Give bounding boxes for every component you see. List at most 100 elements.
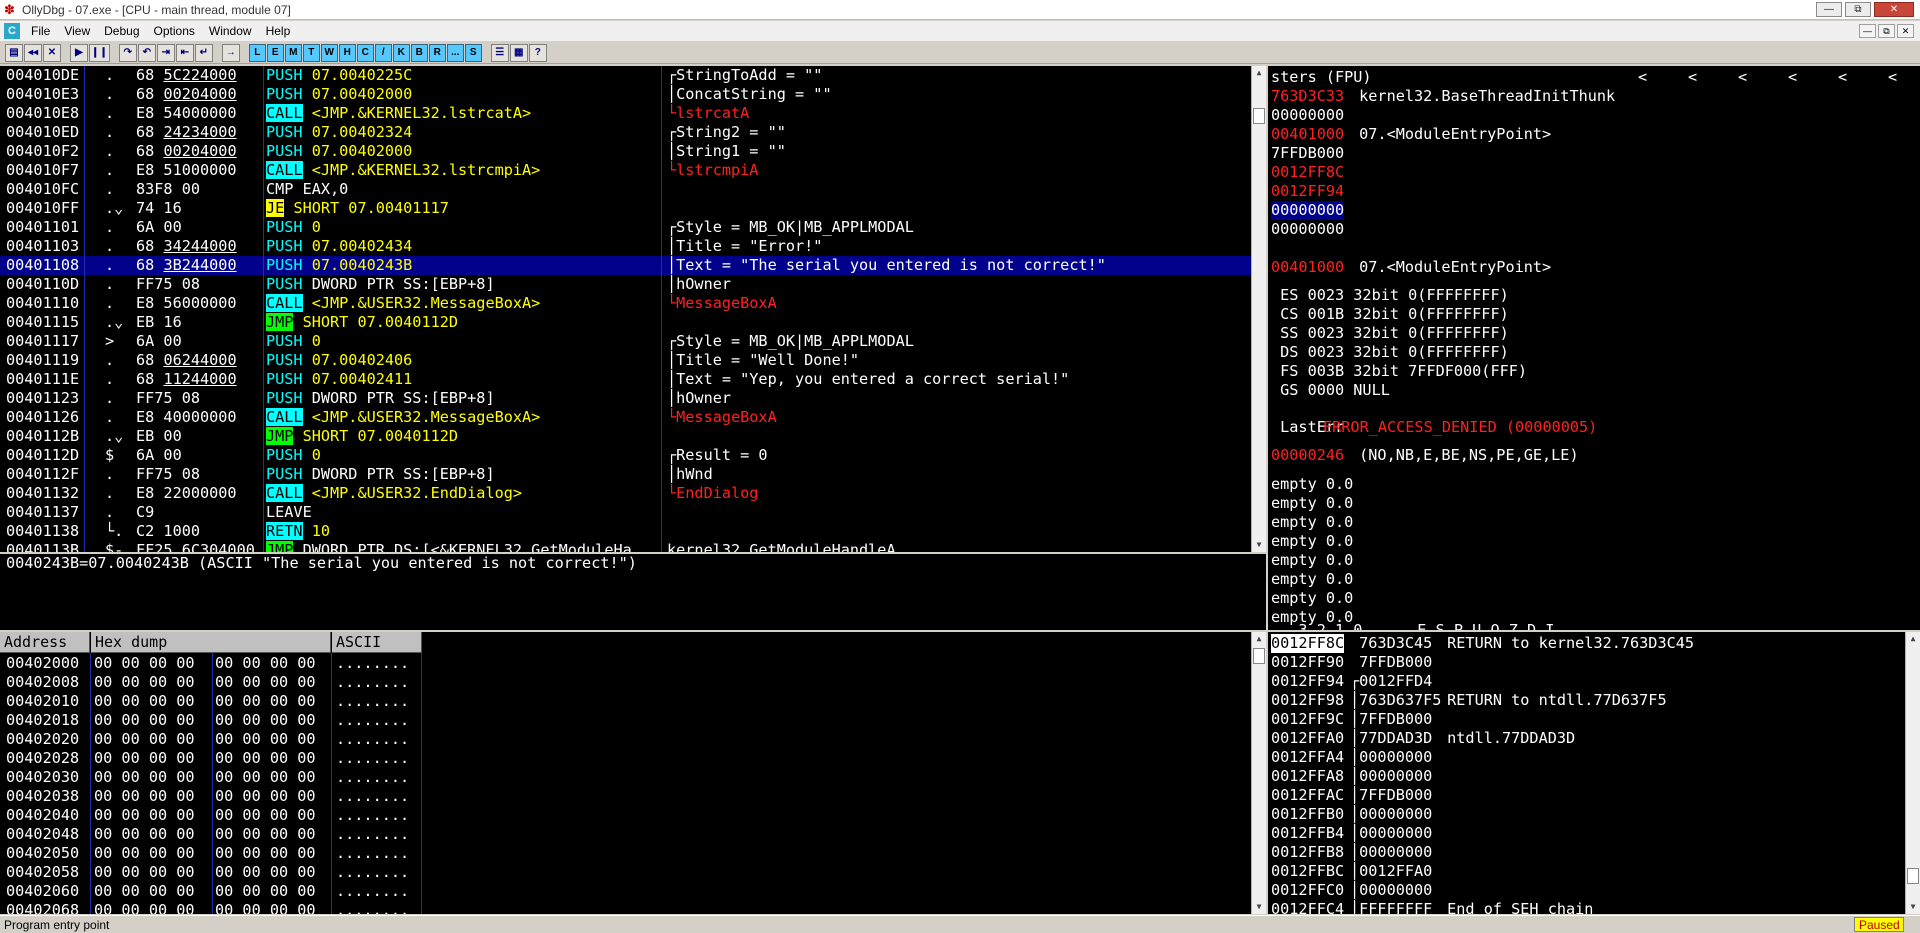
register-scroll-arrow[interactable]: < xyxy=(1788,68,1797,87)
window-button-t[interactable]: T xyxy=(302,43,320,62)
disasm-row[interactable]: 00401117 >6A 00 PUSH 0 ┌Style = MB_OK|MB_AP… xyxy=(0,332,1251,351)
register-scroll-arrow[interactable]: < xyxy=(1688,68,1697,87)
window-button-l[interactable]: L xyxy=(248,43,266,62)
goto-icon[interactable]: → xyxy=(221,43,240,62)
window-button-slash[interactable]: / xyxy=(374,43,392,62)
register-scroll-arrow[interactable]: < xyxy=(1888,68,1897,87)
restart-icon[interactable]: ◂◂ xyxy=(24,43,42,62)
stack-row[interactable]: 0012FFC4 │FFFFFFFF End of SEH chain xyxy=(1268,900,1904,914)
close-window-icon[interactable]: ✕ xyxy=(1874,2,1914,17)
dump-row[interactable]: 00402008 00 00 00 00 00 00 00 00........ xyxy=(0,673,1251,692)
window-button-s[interactable]: S xyxy=(464,43,482,62)
window-button-c[interactable]: C xyxy=(356,43,374,62)
disassembly-scrollbar[interactable]: ▲ ▼ xyxy=(1251,66,1266,552)
fpu-register[interactable]: empty 0.0 xyxy=(1271,589,1353,608)
pause-icon[interactable]: ❙❙ xyxy=(89,43,110,62)
stack-row[interactable]: 0012FF8C 763D3C45 RETURN to kernel32.763… xyxy=(1268,634,1904,653)
window-button-m[interactable]: M xyxy=(284,43,302,62)
register-value[interactable]: 0012FF94 xyxy=(1271,182,1344,201)
disasm-row[interactable]: 00401108. 68 3B244000 PUSH 07.0040243B │Tex… xyxy=(0,256,1251,275)
dump-header-ascii[interactable]: ASCII xyxy=(332,632,422,653)
dump-scrollbar[interactable]: ▲ ▼ xyxy=(1251,632,1266,914)
register-value[interactable]: 7FFDB000 xyxy=(1271,144,1344,163)
stack-row[interactable]: 0012FF94 ┌0012FFD4 xyxy=(1268,672,1904,691)
disasm-row[interactable]: 00401126. E8 40000000 CALL <JMP.&USER32.Me… xyxy=(0,408,1251,427)
disasm-row[interactable]: 0040112B .⌄ EB 00 JMP SHORT 07.0040112D xyxy=(0,427,1251,446)
window-button-k[interactable]: K xyxy=(392,43,410,62)
eflags-value[interactable]: 00000246 xyxy=(1271,446,1344,465)
scroll-down-icon[interactable]: ▼ xyxy=(1252,538,1266,552)
scroll-up-icon[interactable]: ▲ xyxy=(1906,632,1920,646)
menu-debug[interactable]: Debug xyxy=(97,24,146,38)
scroll-thumb[interactable] xyxy=(1253,108,1265,124)
run-icon[interactable]: ▶ xyxy=(70,43,88,62)
disasm-row[interactable]: 004010FF .⌄ 74 16 JE SHORT 07.00401117 xyxy=(0,199,1251,218)
dump-row[interactable]: 00402068 00 00 00 00 00 00 00 00........ xyxy=(0,901,1251,914)
disasm-row[interactable]: 00401123. FF75 08 PUSH DWORD PTR SS:[EBP+8… xyxy=(0,389,1251,408)
stack-row[interactable]: 0012FFC0 │00000000 xyxy=(1268,881,1904,900)
disasm-row[interactable]: 0040112D $6A 00 PUSH 0 ┌Result = 0 xyxy=(0,446,1251,465)
menu-view[interactable]: View xyxy=(57,24,97,38)
disasm-row[interactable]: 004010E3. 68 00204000 PUSH 07.00402000 │Con… xyxy=(0,85,1251,104)
menu-help[interactable]: Help xyxy=(259,24,298,38)
dump-row[interactable]: 00402060 00 00 00 00 00 00 00 00........ xyxy=(0,882,1251,901)
dump-row[interactable]: 00402000 00 00 00 00 00 00 00 00........ xyxy=(0,654,1251,673)
window-button-w[interactable]: W xyxy=(320,43,338,62)
dump-header-hexdump[interactable]: Hex dump xyxy=(91,632,331,653)
dump-row[interactable]: 00402018 00 00 00 00 00 00 00 00........ xyxy=(0,711,1251,730)
window-button-e[interactable]: E xyxy=(266,43,284,62)
dump-row[interactable]: 00402058 00 00 00 00 00 00 00 00........ xyxy=(0,863,1251,882)
scroll-down-icon[interactable]: ▼ xyxy=(1252,900,1266,914)
stack-row[interactable]: 0012FFB0 │00000000 xyxy=(1268,805,1904,824)
step-into-icon[interactable]: ↷ xyxy=(118,43,137,62)
register-value[interactable]: 00000000 xyxy=(1271,106,1344,125)
scroll-down-icon[interactable]: ▼ xyxy=(1906,900,1920,914)
register-value[interactable]: 00000000 xyxy=(1271,201,1345,220)
disassembly-pane[interactable]: 004010DE. 68 5C224000 PUSH 07.0040225C ┌Str… xyxy=(0,66,1266,552)
stack-row[interactable]: 0012FFA4 │00000000 xyxy=(1268,748,1904,767)
stack-row[interactable]: 0012FFB8 │00000000 xyxy=(1268,843,1904,862)
disasm-row[interactable]: 00401110. E8 56000000 CALL <JMP.&USER32.Me… xyxy=(0,294,1251,313)
stack-row[interactable]: 0012FFAC │7FFDB000 xyxy=(1268,786,1904,805)
dump-row[interactable]: 00402038 00 00 00 00 00 00 00 00........ xyxy=(0,787,1251,806)
scroll-thumb[interactable] xyxy=(1253,648,1265,664)
window-button-h[interactable]: H xyxy=(338,43,356,62)
segment-register[interactable]: SS 0023 32bit 0(FFFFFFFF) xyxy=(1271,324,1509,343)
scroll-thumb[interactable] xyxy=(1907,868,1919,884)
dump-row[interactable]: 00402040 00 00 00 00 00 00 00 00........ xyxy=(0,806,1251,825)
fpu-register[interactable]: empty 0.0 xyxy=(1271,513,1353,532)
disasm-row[interactable]: 0040113B $- FF25 6C304000 JMP DWORD PTR DS:… xyxy=(0,541,1251,552)
stack-row[interactable]: 0012FFB4 │00000000 xyxy=(1268,824,1904,843)
disasm-row[interactable]: 00401137. C9 LEAVE xyxy=(0,503,1251,522)
disasm-row[interactable]: 004010F2. 68 00204000 PUSH 07.00402000 │Str… xyxy=(0,142,1251,161)
window-button-dots[interactable]: ... xyxy=(446,43,464,62)
help-icon[interactable]: ? xyxy=(528,43,547,62)
register-value[interactable]: 00401000 xyxy=(1271,125,1344,144)
dump-row[interactable]: 00402030 00 00 00 00 00 00 00 00........ xyxy=(0,768,1251,787)
open-file-icon[interactable]: ▤ xyxy=(5,43,23,62)
scroll-up-icon[interactable]: ▲ xyxy=(1252,66,1266,80)
fpu-register[interactable]: empty 0.0 xyxy=(1271,475,1353,494)
segment-register[interactable]: ES 0023 32bit 0(FFFFFFFF) xyxy=(1271,286,1509,305)
lasterr-value[interactable]: ERROR_ACCESS_DENIED (00000005) xyxy=(1323,418,1597,437)
stack-row[interactable]: 0012FF98 │763D637F5 RETURN to ntdll.77D63… xyxy=(1268,691,1904,710)
fpu-register[interactable]: empty 0.0 xyxy=(1271,570,1353,589)
segment-register[interactable]: FS 003B 32bit 7FFDF000(FFF) xyxy=(1271,362,1527,381)
appearance-icon[interactable]: ▦ xyxy=(509,43,528,62)
register-scroll-arrow[interactable]: < xyxy=(1738,68,1747,87)
disasm-row[interactable]: 004010F7. E8 51000000 CALL <JMP.&KERNEL32.… xyxy=(0,161,1251,180)
stack-row[interactable]: 0012FFA8 │00000000 xyxy=(1268,767,1904,786)
registers-header[interactable]: sters (FPU) xyxy=(1271,68,1372,87)
minimize-window-icon[interactable]: — xyxy=(1816,2,1842,17)
dump-row[interactable]: 00402050 00 00 00 00 00 00 00 00........ xyxy=(0,844,1251,863)
close-program-icon[interactable]: ✕ xyxy=(43,43,61,62)
stack-row[interactable]: 0012FF9C │7FFDB000 xyxy=(1268,710,1904,729)
mdi-close-icon[interactable]: ✕ xyxy=(1897,24,1914,38)
stack-row[interactable]: 0012FFBC │0012FFA0 xyxy=(1268,862,1904,881)
fpu-register[interactable]: empty 0.0 xyxy=(1271,551,1353,570)
disasm-row[interactable]: 00401103. 68 34244000 PUSH 07.00402434 │Tit… xyxy=(0,237,1251,256)
stack-row[interactable]: 0012FFA0 │77DDAD3D ntdll.77DDAD3D xyxy=(1268,729,1904,748)
disasm-row[interactable]: 0040111E. 68 11244000 PUSH 07.00402411 │Tex… xyxy=(0,370,1251,389)
dump-header-address[interactable]: Address xyxy=(0,632,90,653)
register-value[interactable]: 0012FF8C xyxy=(1271,163,1344,182)
